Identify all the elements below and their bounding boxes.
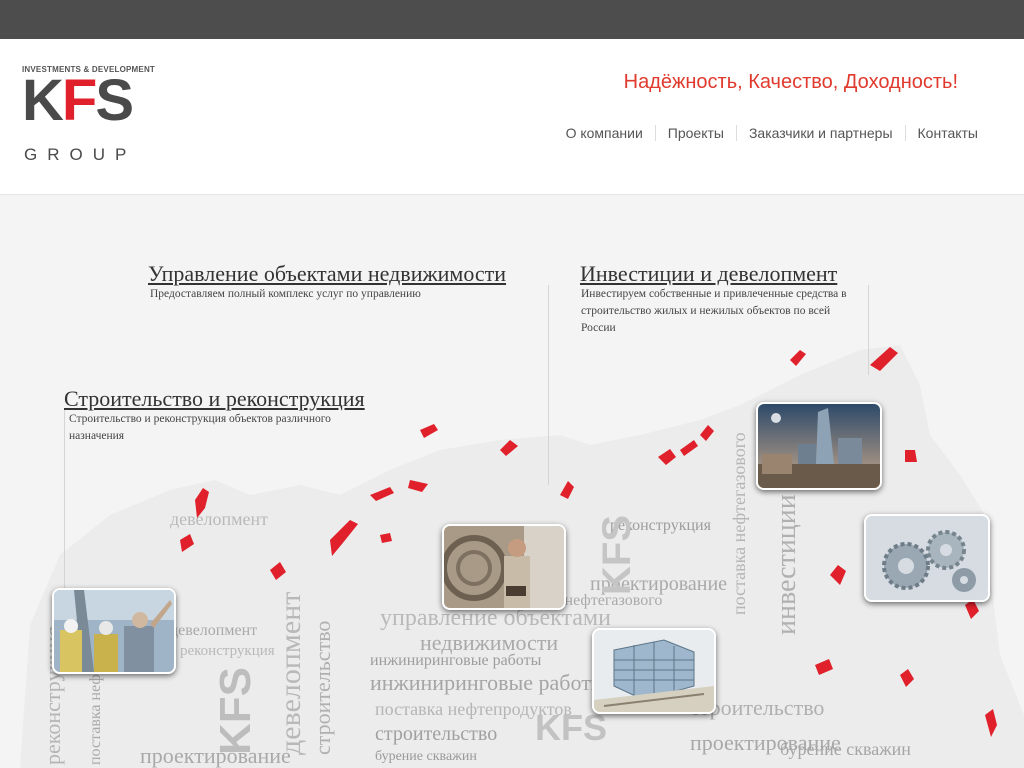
map-word: строительство [375,723,497,745]
map-word: KFS [595,515,639,595]
map-word: инжиниринговые работы [370,652,542,669]
section-title-construction[interactable]: Строительство и реконструкция [64,386,365,412]
map-word: инжиниринговые работы [370,670,606,695]
nav-projects[interactable]: Проекты [654,125,736,141]
section-title-investments[interactable]: Инвестиции и девелопмент [580,261,837,287]
map-word: бурение скважин [375,749,477,764]
map-word: инвестиции [771,494,802,635]
map-word: поставка нефтегазового [729,432,749,615]
map-word: реконструкция [180,643,275,659]
map-word: KFS [211,667,260,755]
top-bar [0,0,1024,39]
nav-about[interactable]: О компании [554,125,655,141]
section-desc-construction: Строительство и реконструкция объектов р… [69,413,331,442]
section-desc-management: Предоставляем полный комплекс услуг по у… [150,288,421,300]
logo-wordmark: KFS [22,68,134,133]
investment-section-frame [868,285,869,375]
building-model-photo[interactable] [592,628,716,714]
slogan: Надёжность, Качество, Доходность! [623,71,958,93]
construction-section-frame [64,410,65,610]
main-nav: О компании Проекты Заказчики и партнеры … [554,125,990,141]
map-word: строительство [310,621,335,755]
management-section-frame [148,285,549,485]
machine-gears-photo[interactable] [864,514,990,602]
logo-group-text: GROUP [24,145,137,164]
kfs-logo[interactable]: INVESTMENTS & DEVELOPMENT KFS GROUP [22,65,172,165]
nav-clients-partners[interactable]: Заказчики и партнеры [735,125,905,141]
businessman-photo[interactable] [442,524,566,610]
map-word: девелопмент [170,509,268,529]
construction-workers-photo[interactable] [52,588,176,674]
section-desc-investments: Инвестируем собственные и привлеченные с… [581,288,847,334]
map-word: девелопмент [274,592,307,755]
city-skyscraper-photo[interactable] [756,402,882,490]
section-title-management[interactable]: Управление объектами недвижимости [148,261,506,287]
nav-contacts[interactable]: Контакты [904,125,990,141]
map-word: бурение скважин [780,739,911,759]
header: INVESTMENTS & DEVELOPMENT KFS GROUP Надё… [0,39,1024,195]
map-word: девелопмент [170,622,257,639]
